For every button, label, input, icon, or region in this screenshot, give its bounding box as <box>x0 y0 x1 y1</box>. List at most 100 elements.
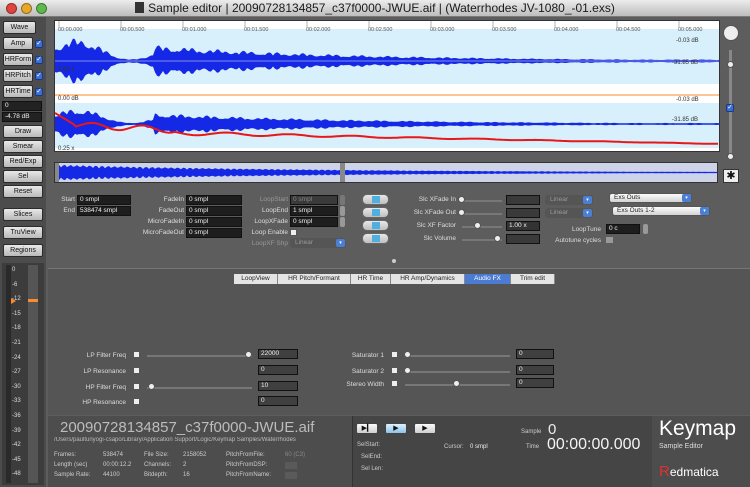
nav-button-4[interactable] <box>362 233 389 244</box>
zoom-window-button[interactable] <box>36 3 47 14</box>
hrpitch-button[interactable]: HRPitch <box>3 69 33 82</box>
hrtime-button[interactable]: HRTime <box>3 85 33 98</box>
vertical-zoom-knob-top[interactable] <box>727 61 734 68</box>
stereo-width-checkbox[interactable] <box>391 380 398 387</box>
lp-filter-freq-slider[interactable] <box>147 355 252 357</box>
slc-xfade-out-knob[interactable] <box>458 209 465 216</box>
hp-resonance-field[interactable]: 0 <box>258 396 298 406</box>
autotune-toggle[interactable] <box>606 237 613 243</box>
loopend-field[interactable]: 1 smpl <box>290 206 338 216</box>
looptune-field[interactable]: 0 c <box>606 224 640 234</box>
tab-panel <box>48 268 750 415</box>
minimize-window-button[interactable] <box>21 3 32 14</box>
slc-xfade-out-slider[interactable] <box>462 213 502 215</box>
play-loop-button[interactable]: ▶ <box>385 423 407 434</box>
draw-button[interactable]: Draw <box>3 125 43 138</box>
overview-handle-right[interactable] <box>340 163 345 182</box>
hrtime-checkbox[interactable]: ✓ <box>35 88 43 96</box>
loopxfade-field[interactable]: 0 smpl <box>290 217 338 227</box>
loop-enable-checkbox[interactable] <box>290 229 297 236</box>
hrform-checkbox[interactable]: ✓ <box>35 56 43 64</box>
stereo-width-knob[interactable] <box>453 380 460 387</box>
hp-filter-freq-checkbox[interactable] <box>133 383 140 390</box>
truview-button[interactable]: TruView <box>3 226 43 239</box>
loopxfade-stepper[interactable] <box>340 217 345 227</box>
tab-hr-amp-dynamics[interactable]: HR Amp/Dynamics <box>391 274 465 284</box>
loopstart-stepper[interactable] <box>340 195 345 205</box>
wave-button[interactable]: Wave <box>3 21 36 34</box>
right-checkbox[interactable]: ✓ <box>726 104 734 112</box>
hp-filter-freq-field[interactable]: 10 <box>258 381 298 391</box>
red-exp-button[interactable]: Red/Exp <box>3 155 43 168</box>
saturator1-slider[interactable] <box>405 355 510 357</box>
fadeout-field[interactable]: 0 smpl <box>186 206 242 216</box>
hp-filter-freq-knob[interactable] <box>148 383 155 390</box>
saturator1-knob[interactable] <box>404 351 411 358</box>
tab-loopview[interactable]: LoopView <box>234 274 278 284</box>
lp-filter-freq-checkbox[interactable] <box>133 351 140 358</box>
looptune-stepper[interactable] <box>643 224 648 234</box>
regions-button[interactable]: Regions <box>3 244 43 257</box>
slc-xfade-in-knob[interactable] <box>458 196 465 203</box>
hrpitch-checkbox[interactable]: ✓ <box>35 72 43 80</box>
loopstart-field[interactable]: 0 smpl <box>290 195 338 205</box>
clock-icon[interactable] <box>723 25 739 41</box>
vertical-zoom-knob-bottom[interactable] <box>727 153 734 160</box>
amp-checkbox[interactable]: ✓ <box>35 40 43 48</box>
fadein-field[interactable]: 0 smpl <box>186 195 242 205</box>
lp-filter-freq-field[interactable]: 22000 <box>258 349 298 359</box>
saturator2-slider[interactable] <box>405 371 510 373</box>
slc-xf-factor-slider[interactable] <box>462 226 502 228</box>
loopend-stepper[interactable] <box>340 206 345 216</box>
loopxf-shape-select[interactable]: Linear ▾ <box>290 238 346 248</box>
exs-outs-select[interactable]: Exs Outs ▾ <box>609 193 692 203</box>
saturator1-checkbox[interactable] <box>391 351 398 358</box>
reset-button[interactable]: Reset <box>3 185 43 198</box>
lp-filter-freq-knob[interactable] <box>245 351 252 358</box>
overview-strip[interactable] <box>54 162 718 183</box>
start-field[interactable]: 0 smpl <box>77 195 131 205</box>
hrform-button[interactable]: HRForm <box>3 53 33 66</box>
sel-button[interactable]: Sel <box>3 170 43 183</box>
microfadein-field[interactable]: 0 smpl <box>186 217 242 227</box>
play-to-end-button[interactable]: ▶▎ <box>356 423 378 434</box>
waveform-view[interactable] <box>54 20 720 152</box>
slc-xf-factor-knob[interactable] <box>474 222 481 229</box>
slc-xfade-out-field[interactable] <box>506 208 540 218</box>
slc-shape-select-2[interactable]: Linear ▾ <box>545 208 593 218</box>
play-button[interactable]: ▶ <box>414 423 436 434</box>
stereo-width-field[interactable]: 0 <box>516 378 554 388</box>
close-window-button[interactable] <box>6 3 17 14</box>
saturator2-knob[interactable] <box>404 367 411 374</box>
nav-button-2[interactable] <box>362 207 389 218</box>
exs-outs-channel-select[interactable]: Exs Outs 1-2 ▾ <box>612 206 710 216</box>
slices-button[interactable]: Slices <box>3 208 43 221</box>
overview-handle-left[interactable] <box>55 163 59 182</box>
nav-button-1[interactable] <box>362 194 389 205</box>
lp-resonance-field[interactable]: 0 <box>258 365 298 375</box>
saturator2-checkbox[interactable] <box>391 367 398 374</box>
arrow-icon <box>372 235 380 242</box>
slc-volume-field[interactable] <box>506 234 540 244</box>
saturator1-field[interactable]: 0 <box>516 349 554 359</box>
hp-filter-freq-slider[interactable] <box>147 387 252 389</box>
tab-hr-time[interactable]: HR Time <box>351 274 391 284</box>
hp-resonance-checkbox[interactable] <box>133 398 140 405</box>
smear-button[interactable]: Smear <box>3 140 43 153</box>
nav-button-3[interactable] <box>362 220 389 231</box>
slc-volume-knob[interactable] <box>494 235 501 242</box>
lp-resonance-checkbox[interactable] <box>133 367 140 374</box>
tab-hr-pitch-formant[interactable]: HR Pitch/Formant <box>278 274 351 284</box>
tab-audio-fx[interactable]: Audio FX <box>465 274 511 284</box>
slc-xfade-in-field[interactable] <box>506 195 540 205</box>
slc-shape-select-1[interactable]: Linear ▾ <box>545 195 593 205</box>
tab-trim-edit[interactable]: Trim edit <box>511 274 555 284</box>
slc-xf-factor-field[interactable]: 1.00 x <box>506 221 540 231</box>
amp-button[interactable]: Amp <box>3 37 33 50</box>
splitter-dot[interactable] <box>392 259 396 263</box>
end-field[interactable]: 538474 smpl <box>77 206 131 216</box>
microfadeout-field[interactable]: 0 smpl <box>186 228 242 238</box>
saturator2-field[interactable]: 0 <box>516 365 554 375</box>
slc-xfade-in-slider[interactable] <box>462 200 502 202</box>
asterisk-button[interactable]: ✱ <box>723 169 739 183</box>
